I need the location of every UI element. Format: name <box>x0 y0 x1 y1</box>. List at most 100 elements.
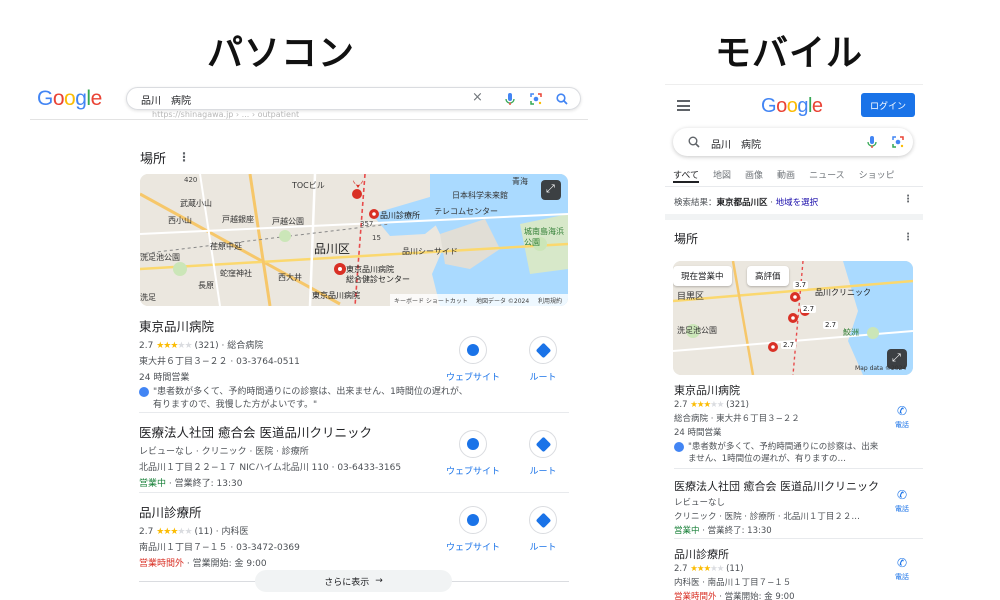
call-button[interactable]: ✆ 電話 <box>890 556 914 582</box>
review-text: "患者数が多くて、予約時間通りにの診察は、出来ません、1時間位の遅れが、有ります… <box>688 442 879 464</box>
search-box[interactable]: 品川 病院 <box>673 128 913 156</box>
place-result[interactable]: 東京品川病院 2.7 ★★★★★ (321) 総合病院 · 東大井６丁目３−２２… <box>674 382 914 465</box>
logo-letter: o <box>776 95 787 117</box>
open-status: 営業中 <box>674 526 700 536</box>
tab-all[interactable]: すべて <box>673 168 700 183</box>
map-label: 品川シーサイド <box>402 247 458 256</box>
website-button[interactable]: ウェブサイト <box>446 430 500 477</box>
website-button[interactable]: ウェブサイト <box>446 336 501 383</box>
faded-url: https://shinagawa.jp › ... › outpatient <box>152 110 300 119</box>
tab-news[interactable]: ニュース <box>809 168 845 188</box>
website-button[interactable]: ウェブサイト <box>446 506 501 553</box>
search-input[interactable]: 品川 病院 <box>711 136 761 151</box>
category-address: 内科医 · 南品川１丁目７−１５ <box>674 578 792 588</box>
open-status-line: 営業中 · 営業終了: 13:30 <box>139 476 569 489</box>
lens-icon[interactable] <box>891 135 905 149</box>
mobile-serp: Google ログイン 品川 病院 すべて 地図 画像 動画 ニュース ショッピ <box>665 84 923 600</box>
tab-shopping[interactable]: ショッピ <box>859 168 895 188</box>
place-name[interactable]: 東京品川病院 <box>674 382 914 398</box>
divider <box>665 186 923 187</box>
directions-label: ルート <box>529 543 557 553</box>
website-label: ウェブサイト <box>446 373 501 383</box>
map-shortcuts-link[interactable]: キーボード ショートカット <box>394 296 468 305</box>
rating-value: 2.7 <box>674 564 688 574</box>
expand-map-icon[interactable]: ⤢ <box>892 351 901 365</box>
call-button[interactable]: ✆ 電話 <box>890 488 914 514</box>
place-name[interactable]: 品川診療所 <box>674 546 914 562</box>
rating-line: 2.7 ★★★★★ (11) <box>674 564 879 574</box>
map-label: 東京品川病院 <box>312 291 360 300</box>
review-text: "患者数が多くて、予約時間通りにの診察は、出来ません、1時間位の遅れが、有ります… <box>153 387 468 410</box>
logo-letter: g <box>75 87 87 110</box>
place-result[interactable]: 医療法人社団 癒合会 医道品川クリニック レビューなし · クリニック · 医院… <box>139 422 569 489</box>
search-icon[interactable] <box>555 92 569 106</box>
microphone-icon[interactable] <box>503 92 517 106</box>
directions-button[interactable]: ルート <box>517 506 569 553</box>
tab-maps[interactable]: 地図 <box>713 168 731 188</box>
more-options-icon[interactable]: ⋮ <box>903 232 913 243</box>
map-label: 戸越銀座 <box>222 215 254 224</box>
expand-map-icon[interactable]: ⤢ <box>546 182 555 196</box>
places-map[interactable]: 現在営業中 高評価 目黒区 3.7 品川クリニック 2.7 2.7 2.7 洗足… <box>673 261 913 375</box>
desktop-heading: パソコン <box>207 33 356 74</box>
place-result[interactable]: 品川診療所 2.7 ★★★★★ (11) · 内科医 南品川１丁目７−１５ · … <box>139 502 569 569</box>
place-result[interactable]: 医療法人社団 癒合会 医道品川クリニック レビューなし クリニック · 医院 ·… <box>674 478 914 536</box>
more-options-icon[interactable]: ⋮ <box>903 194 913 205</box>
lens-icon[interactable] <box>529 92 543 106</box>
section-separator <box>665 214 923 220</box>
map-rating-label: 2.7 <box>781 341 797 349</box>
open-status-line: 営業時間外 · 営業開始: 金 9:00 <box>674 590 879 600</box>
directions-button[interactable]: ルート <box>517 430 569 477</box>
search-box[interactable]: 品川 病院 × <box>126 87 581 110</box>
microphone-icon[interactable] <box>865 135 879 149</box>
place-name[interactable]: 東京品川病院 <box>139 316 569 335</box>
phone-icon: ✆ <box>896 488 908 502</box>
more-options-icon[interactable]: ⋮ <box>178 150 190 164</box>
login-button[interactable]: ログイン <box>861 93 915 117</box>
divider <box>139 412 569 413</box>
more-places-button[interactable]: さらに表示 → <box>255 570 452 592</box>
user-avatar-icon <box>674 442 684 452</box>
map-label: 洗足池公園 <box>677 326 717 335</box>
map-label: 洗足池公園 <box>140 253 180 262</box>
search-input[interactable]: 品川 病院 <box>141 92 191 107</box>
desktop-header: Google 品川 病院 × <box>30 80 588 120</box>
map-label: 品川クリニック <box>815 288 871 297</box>
call-button[interactable]: ✆ 電話 <box>890 404 914 430</box>
logo-letter: G <box>761 95 777 117</box>
logo-letter: e <box>811 95 823 117</box>
place-result[interactable]: 品川診療所 2.7 ★★★★★ (11) 内科医 · 南品川１丁目７−１５ 営業… <box>674 546 914 600</box>
menu-icon[interactable] <box>677 100 690 114</box>
directions-label: ルート <box>529 373 557 383</box>
logo-letter: g <box>797 95 808 117</box>
tab-videos[interactable]: 動画 <box>777 168 795 188</box>
rating-value: 2.7 <box>139 341 154 351</box>
google-logo[interactable]: Google <box>37 87 102 111</box>
search-tabs: すべて 地図 画像 動画 ニュース ショッピ <box>673 168 923 188</box>
star-rating-icon: ★★★★★ <box>156 341 192 351</box>
category-address: クリニック · 医院 · 診療所 · 北品川１丁目２２… <box>674 512 860 522</box>
clear-icon[interactable]: × <box>472 90 483 105</box>
google-logo[interactable]: Google <box>761 95 823 118</box>
call-label: 電話 <box>895 421 909 429</box>
place-name[interactable]: 医療法人社団 癒合会 医道品川クリニック <box>674 478 914 494</box>
map-label: 日本科学未来館 <box>452 191 508 200</box>
place-result[interactable]: 東京品川病院 2.7 ★★★★★ (321) · 総合病院 東大井６丁目３−２２… <box>139 316 569 412</box>
select-area-link[interactable]: 地域を選択 <box>776 198 819 208</box>
phone-icon: ✆ <box>896 404 908 418</box>
filter-chip-open-now[interactable]: 現在営業中 <box>673 266 732 286</box>
tab-images[interactable]: 画像 <box>745 168 763 188</box>
logo-letter: o <box>786 95 798 117</box>
website-label: ウェブサイト <box>446 543 501 553</box>
hours-detail: · 営業開始: 金 9:00 <box>184 559 267 569</box>
hours-detail: · 営業終了: 13:30 <box>166 479 243 489</box>
map-terms-link[interactable]: 利用規約 <box>538 296 562 305</box>
filter-chip-top-rated[interactable]: 高評価 <box>747 266 789 286</box>
map-label: 総合健診センター <box>346 275 410 284</box>
map-label: テレコムセンター <box>434 207 498 216</box>
open-status: 営業中 <box>139 479 167 489</box>
places-map[interactable]: TOCビル 日本科学未来館 青海 武蔵小山 戸越銀座 戸越公園 西小山 荏原中延… <box>140 174 568 306</box>
rating-value: レビューなし <box>139 447 194 457</box>
rating-line: 2.7 ★★★★★ (321) <box>674 400 879 410</box>
directions-button[interactable]: ルート <box>517 336 569 383</box>
